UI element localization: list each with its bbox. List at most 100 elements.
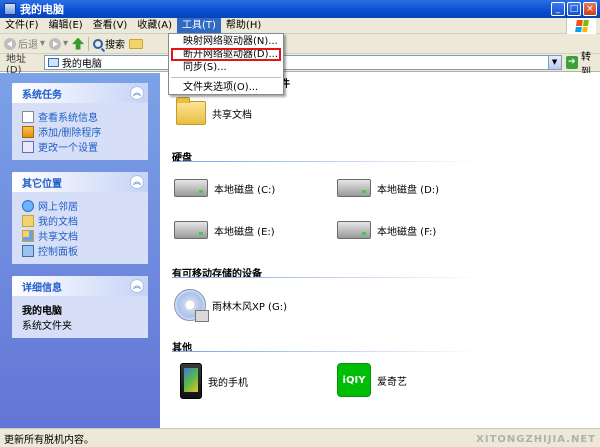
- menu-synchronize[interactable]: 同步(S)...: [169, 61, 283, 74]
- menu-favorites[interactable]: 收藏(A): [132, 18, 177, 34]
- details-title: 详细信息: [22, 282, 62, 294]
- control-panel-icon: [22, 244, 34, 257]
- forward-button[interactable]: ▾: [49, 36, 68, 52]
- programs-icon: [22, 125, 34, 138]
- disk-e-item[interactable]: 本地磁盘 (E:): [174, 221, 275, 239]
- item-label: 本地磁盘 (D:): [377, 184, 440, 196]
- details-type: 系统文件夹: [22, 321, 72, 332]
- folders-button[interactable]: [129, 36, 144, 52]
- status-bar: 更新所有脱机内容。 XITONGZHIJIA.NET: [0, 428, 600, 447]
- up-folder-icon: [72, 37, 85, 50]
- menu-view[interactable]: 查看(V): [88, 18, 133, 34]
- place-label: 控制面板: [38, 247, 78, 258]
- collapse-chevron-icon[interactable]: ︽: [130, 279, 144, 293]
- item-label: 本地磁盘 (E:): [214, 226, 275, 238]
- collapse-chevron-icon[interactable]: ︽: [130, 86, 144, 100]
- shared-documents-item[interactable]: 共享文档: [176, 97, 252, 125]
- task-label: 查看系统信息: [38, 113, 98, 124]
- computer-icon: [47, 58, 59, 67]
- hard-drive-icon: [337, 221, 371, 239]
- go-arrow-icon: ➔: [565, 56, 578, 69]
- search-icon: [93, 38, 104, 49]
- search-label: 搜索: [105, 40, 126, 51]
- item-label: 爱奇艺: [377, 376, 407, 388]
- address-value: 我的电脑: [61, 59, 102, 70]
- place-network[interactable]: 网上邻居: [22, 198, 142, 213]
- system-info-icon: [22, 110, 34, 123]
- shared-folder-icon: [22, 229, 34, 242]
- details-header[interactable]: 详细信息 ︽: [12, 276, 148, 296]
- details-name: 我的电脑: [22, 306, 62, 317]
- close-button[interactable]: ×: [583, 2, 597, 16]
- item-label: 本地磁盘 (C:): [214, 184, 276, 196]
- task-change-setting[interactable]: 更改一个设置: [22, 139, 142, 154]
- disk-d-item[interactable]: 本地磁盘 (D:): [337, 179, 439, 197]
- details-panel: 详细信息 ︽ 我的电脑 系统文件夹: [12, 276, 148, 338]
- forward-arrow-icon: [49, 37, 62, 50]
- menu-help[interactable]: 帮助(H): [221, 18, 266, 34]
- item-label: 我的手机: [208, 377, 248, 389]
- address-label: 地址(D): [6, 53, 26, 76]
- other-places-panel: 其它位置 ︽ 网上邻居 我的文档 共享文档 控制面板: [12, 172, 148, 264]
- address-input[interactable]: 我的电脑 ▼: [43, 55, 562, 70]
- address-dropdown-button[interactable]: ▼: [547, 56, 561, 69]
- cd-drive-item[interactable]: 雨林木风XP (G:): [174, 289, 287, 322]
- task-view-system-info[interactable]: 查看系统信息: [22, 109, 142, 124]
- place-my-documents[interactable]: 我的文档: [22, 213, 142, 228]
- section-divider: [172, 161, 482, 162]
- system-tasks-header[interactable]: 系统任务 ︽: [12, 83, 148, 103]
- my-computer-icon: [4, 3, 16, 15]
- system-tasks-title: 系统任务: [22, 89, 62, 101]
- tools-dropdown-menu: 映射网络驱动器(N)... 断开网络驱动器(D)... 同步(S)... 文件夹…: [168, 33, 284, 95]
- system-tasks-panel: 系统任务 ︽ 查看系统信息 添加/删除程序 更改一个设置: [12, 83, 148, 160]
- place-label: 共享文档: [38, 232, 78, 243]
- menu-edit[interactable]: 编辑(E): [44, 18, 88, 34]
- up-button[interactable]: [72, 36, 85, 52]
- iqiyi-logo-icon: iQIY: [337, 363, 371, 397]
- toolbar: 后退 ▾ ▾ 搜索: [0, 34, 600, 54]
- task-pane: 系统任务 ︽ 查看系统信息 添加/删除程序 更改一个设置 其它位置 ︽ 网上邻居…: [0, 73, 160, 428]
- maximize-button[interactable]: □: [567, 2, 581, 16]
- cd-drive-icon: [174, 289, 209, 322]
- address-bar: 地址(D) 我的电脑 ▼ ➔ 转到: [0, 52, 600, 78]
- menu-map-network-drive[interactable]: 映射网络驱动器(N)...: [169, 35, 283, 48]
- disk-c-item[interactable]: 本地磁盘 (C:): [174, 179, 275, 197]
- menu-separator: [171, 77, 281, 78]
- chevron-down-icon: ▾: [40, 38, 46, 49]
- content-area: 件 共享文档 硬盘 本地磁盘 (C:) 本地磁盘 (D:) 本地磁盘 (E:) …: [160, 73, 600, 428]
- menu-tools[interactable]: 工具(T): [177, 17, 221, 34]
- iqiyi-item[interactable]: iQIY 爱奇艺: [337, 363, 407, 397]
- folder-icon: [176, 97, 206, 125]
- minimize-button[interactable]: _: [551, 2, 565, 16]
- my-phone-item[interactable]: 我的手机: [180, 363, 248, 399]
- chevron-down-icon: ▾: [63, 38, 69, 49]
- collapse-chevron-icon[interactable]: ︽: [130, 175, 144, 189]
- task-label: 更改一个设置: [38, 143, 98, 154]
- place-control-panel[interactable]: 控制面板: [22, 243, 142, 258]
- watermark-text: XITONGZHIJIA.NET: [476, 434, 596, 445]
- windows-flag-icon: [574, 20, 589, 32]
- status-text: 更新所有脱机内容。: [4, 434, 94, 446]
- back-arrow-icon: [4, 37, 16, 50]
- task-label: 添加/删除程序: [38, 128, 102, 139]
- item-label: 本地磁盘 (F:): [377, 226, 437, 238]
- menu-folder-options[interactable]: 文件夹选项(O)...: [169, 81, 283, 94]
- hard-drive-icon: [174, 179, 208, 197]
- search-button[interactable]: 搜索: [93, 36, 125, 52]
- settings-icon: [22, 140, 34, 153]
- menu-bar: 文件(F) 编辑(E) 查看(V) 收藏(A) 工具(T) 帮助(H): [0, 17, 600, 34]
- disk-f-item[interactable]: 本地磁盘 (F:): [337, 221, 436, 239]
- phone-icon: [180, 363, 202, 399]
- other-places-header[interactable]: 其它位置 ︽: [12, 172, 148, 192]
- title-bar: 我的电脑 _ □ ×: [0, 0, 600, 18]
- window-title: 我的电脑: [20, 3, 64, 16]
- place-shared-documents[interactable]: 共享文档: [22, 228, 142, 243]
- place-label: 我的文档: [38, 217, 78, 228]
- menu-file[interactable]: 文件(F): [0, 18, 44, 34]
- menu-disconnect-network-drive[interactable]: 断开网络驱动器(D)...: [171, 48, 281, 61]
- task-add-remove-programs[interactable]: 添加/删除程序: [22, 124, 142, 139]
- other-places-title: 其它位置: [22, 178, 62, 190]
- section-divider: [172, 351, 482, 352]
- item-label: 雨林木风XP (G:): [212, 301, 287, 313]
- hard-drive-icon: [174, 221, 208, 239]
